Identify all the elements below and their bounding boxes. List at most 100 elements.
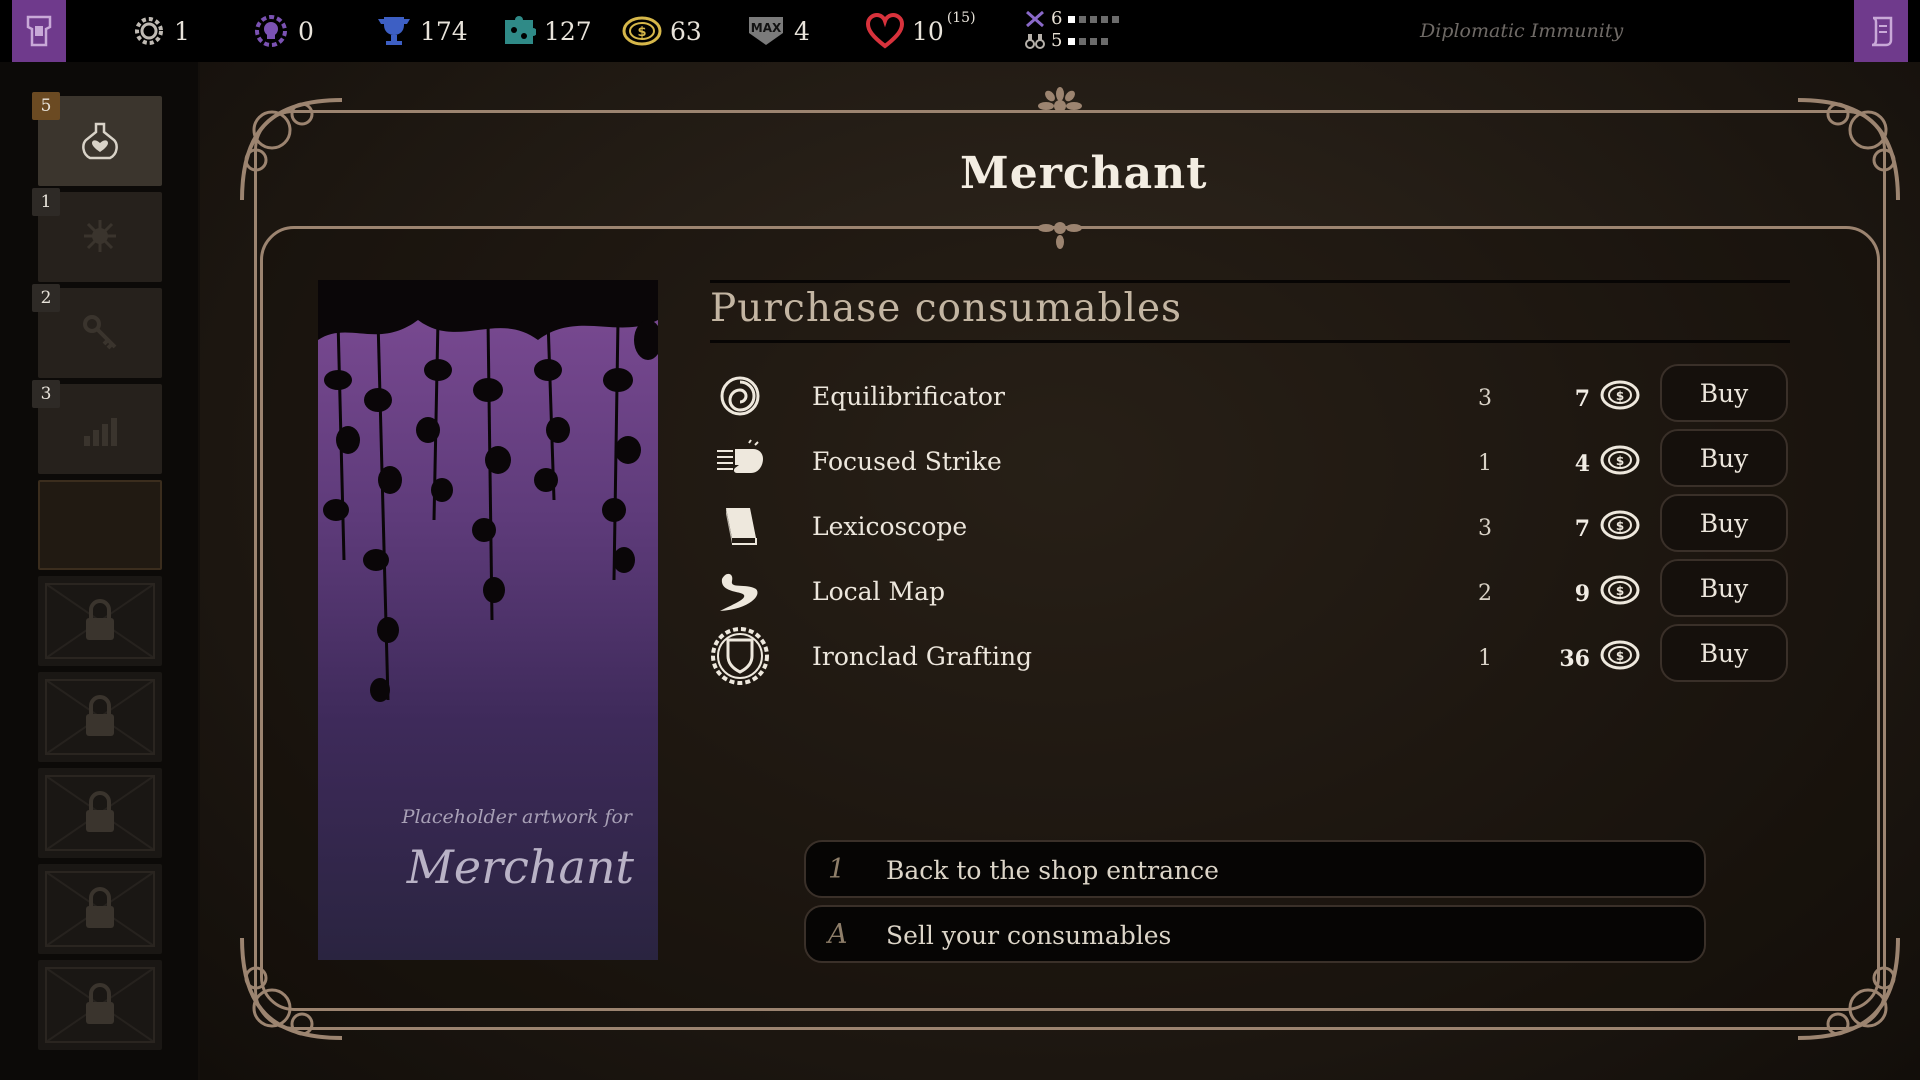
item-stock: 1 (1478, 451, 1492, 476)
buy-button[interactable]: Buy (1660, 494, 1788, 552)
lock-icon (45, 775, 155, 851)
svg-text:$: $ (1616, 389, 1624, 403)
option-label: Back to the shop entrance (886, 856, 1219, 885)
puzzle-stat: 127 (502, 10, 592, 52)
buy-button[interactable]: Buy (1660, 429, 1788, 487)
inventory-slot-locked (38, 768, 162, 858)
section-divider (710, 280, 1790, 283)
inventory-slot-2[interactable]: 1 (32, 188, 162, 282)
item-price: 7 (1574, 386, 1590, 412)
puzzle-value: 127 (544, 16, 592, 46)
heart-icon (866, 13, 904, 49)
section-title: Purchase consumables (710, 286, 1183, 331)
shop-item: Focused Strike 1 4 $ Buy (710, 429, 1790, 493)
item-stock: 2 (1478, 581, 1492, 606)
buy-button[interactable]: Buy (1660, 364, 1788, 422)
gear-value: 1 (174, 16, 190, 46)
flower-ornament-icon (1038, 87, 1082, 112)
inventory-slot-locked (38, 672, 162, 762)
inventory-slot-locked (38, 864, 162, 954)
health-value: 10 (912, 16, 944, 46)
buy-button[interactable]: Buy (1660, 624, 1788, 682)
book-icon (726, 508, 757, 545)
crossed-swords-icon (1026, 10, 1044, 28)
attack-value: 6 (1051, 8, 1063, 29)
bar-chart-icon (84, 418, 117, 446)
max-value: 4 (794, 16, 810, 46)
gear-icon (135, 17, 163, 45)
option-label: Sell your consumables (886, 921, 1172, 950)
svg-text:$: $ (1616, 454, 1624, 468)
item-name: Ironclad Grafting (812, 642, 1033, 671)
back-to-entrance-option[interactable]: 1 Back to the shop entrance (804, 840, 1706, 898)
inventory-slot-empty[interactable] (38, 480, 162, 570)
section-divider (710, 340, 1790, 343)
attack-pips (1068, 15, 1120, 23)
buy-button[interactable]: Buy (1660, 559, 1788, 617)
item-price: 7 (1574, 516, 1590, 542)
shield-cog-icon (711, 627, 769, 685)
lock-icon (45, 583, 155, 659)
top-bar: 1 0 174 127 $ 63 MAX 4 10 (15) 6 5 Diplo… (0, 0, 1920, 82)
slot-badge: 3 (32, 380, 60, 408)
health-max: (15) (946, 10, 976, 27)
merchant-artwork: Placeholder artwork for Merchant (318, 280, 658, 960)
flower-ornament-icon (1038, 222, 1082, 249)
slot-badge: 1 (32, 188, 60, 216)
corner-ornament-icon (1797, 937, 1900, 1040)
inventory-slot-4[interactable]: 3 (32, 380, 162, 474)
svg-text:$: $ (637, 25, 646, 40)
inventory-slot-locked (38, 576, 162, 666)
slot-badge: 5 (32, 92, 60, 120)
max-stat: MAX 4 (746, 10, 810, 52)
shop-item: Lexicoscope 3 7 $ Buy (710, 494, 1790, 558)
svg-text:$: $ (1616, 584, 1624, 598)
item-price: 36 (1559, 646, 1590, 672)
art-caption-small: Placeholder artwork for (401, 806, 632, 828)
shop-item: Local Map 2 9 $ Buy (710, 559, 1790, 623)
trophy-icon (378, 17, 410, 45)
corner-ornament-icon (1797, 98, 1900, 201)
inventory-slot-3[interactable]: 2 (32, 284, 162, 378)
armor-icon (26, 15, 52, 47)
shop-item: Equilibrificator 3 7 $ Buy (710, 364, 1790, 428)
item-stock: 3 (1478, 386, 1492, 411)
binoculars-icon (1025, 34, 1045, 49)
quest-title[interactable]: Diplomatic Immunity (1420, 20, 1623, 42)
defense-pips (1068, 37, 1109, 45)
coin-icon: $ (1600, 575, 1640, 605)
lock-icon (45, 679, 155, 755)
item-name: Local Map (812, 577, 946, 606)
coin-value: 63 (670, 16, 702, 46)
item-stock: 3 (1478, 516, 1492, 541)
svg-text:$: $ (1616, 519, 1624, 533)
option-hotkey: 1 (828, 854, 846, 885)
spiral-icon (720, 376, 760, 416)
item-name: Equilibrificator (812, 382, 1005, 411)
coin-stat: $ 63 (622, 10, 702, 52)
item-price: 4 (1574, 451, 1590, 477)
item-price: 9 (1574, 581, 1590, 607)
item-name: Lexicoscope (812, 512, 968, 541)
potion-heart-icon (82, 122, 118, 160)
gear-stat: 1 (132, 10, 190, 52)
road-icon (720, 573, 758, 611)
art-caption-big: Merchant (406, 840, 634, 894)
inventory-slot-locked (38, 960, 162, 1050)
coin-icon: $ (622, 16, 662, 46)
coin-icon: $ (1600, 510, 1640, 540)
svg-text:MAX: MAX (751, 21, 782, 35)
lock-icon (45, 871, 155, 947)
sell-consumables-option[interactable]: A Sell your consumables (804, 905, 1706, 963)
item-stock: 1 (1478, 646, 1492, 671)
fist-icon (717, 439, 763, 473)
skull-stat: 0 (252, 10, 314, 52)
trophy-value: 174 (420, 16, 468, 46)
inventory-slot-1[interactable]: 5 (32, 92, 162, 186)
item-name: Focused Strike (812, 447, 1002, 476)
inventory-sidebar: 5 1 2 3 (0, 62, 198, 1080)
defense-value: 5 (1051, 30, 1063, 51)
health-stat: 10 (15) (866, 10, 976, 52)
lock-icon (45, 967, 155, 1043)
combat-stats: 6 5 (1025, 8, 1120, 52)
